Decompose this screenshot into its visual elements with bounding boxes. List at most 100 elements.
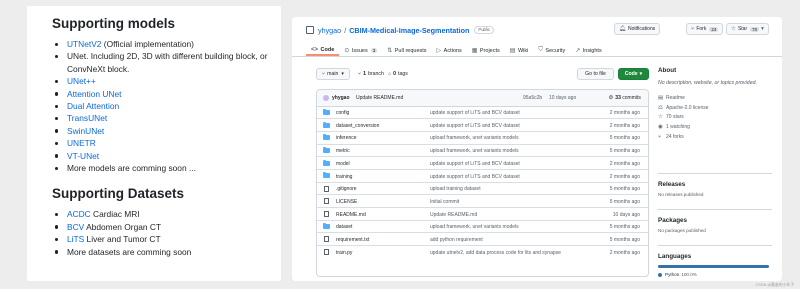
repo-path-separator: /: [344, 25, 347, 35]
file-name-link[interactable]: inference: [336, 135, 357, 141]
file-name-link[interactable]: .gitignore: [336, 186, 357, 192]
tab-security[interactable]: ⛉ Security: [533, 45, 570, 56]
bell-icon: 🔔︎: [619, 26, 626, 32]
go-to-file-button[interactable]: Go to file: [577, 68, 614, 80]
doc-link[interactable]: ACDC: [67, 209, 91, 219]
watching-link[interactable]: ◉ 1 watching: [658, 122, 772, 132]
stars-link[interactable]: ☆ 70 stars: [658, 112, 772, 122]
file-commit-age: 5 months ago: [609, 236, 640, 243]
folder-icon: [323, 121, 330, 128]
file-commit-message[interactable]: update support of LiTS and BCV dataset: [430, 174, 520, 180]
doc-link[interactable]: UTNetV2: [67, 39, 101, 49]
doc-link[interactable]: Attention UNet: [67, 89, 121, 99]
repo-name-link[interactable]: CBIM-Medical-Image-Segmentation: [349, 26, 469, 35]
file-name-link[interactable]: README.md: [336, 212, 366, 218]
list-item: VT-UNet: [52, 150, 281, 162]
file-commit-age: 2 months ago: [609, 173, 640, 180]
avatar[interactable]: [323, 95, 329, 101]
packages-text: No packages published: [658, 228, 706, 233]
file-commit-message[interactable]: update support of LiTS and BCV dataset: [430, 123, 520, 129]
chevron-down-icon: ▾: [761, 26, 764, 32]
file-commit-message[interactable]: upload framework, unet variants models: [430, 224, 519, 230]
commit-message[interactable]: Update README.md: [356, 95, 403, 101]
branch-select[interactable]: ⑂ main ▾: [316, 68, 350, 80]
tab-insights[interactable]: ↗ Insights: [570, 45, 607, 56]
tab-icon: ⛉: [538, 47, 543, 53]
language-name: Python: [665, 272, 680, 277]
doc-link[interactable]: Dual Attention: [67, 101, 119, 111]
notifications-button[interactable]: 🔔︎ Notifications: [614, 23, 661, 35]
file-name-link[interactable]: train.py: [336, 250, 352, 256]
file-commit-message[interactable]: update utnetv2, add data process code fo…: [430, 250, 561, 256]
history-icon: ⏱︎: [609, 95, 613, 101]
tab-code[interactable]: <> Code: [306, 45, 340, 56]
file-name-link[interactable]: training: [336, 174, 352, 180]
book-icon: ▤: [658, 94, 664, 101]
doc-link[interactable]: LiTS: [67, 234, 84, 244]
doc-link[interactable]: SwinUNet: [67, 126, 104, 136]
fork-label: Fork: [696, 26, 707, 32]
file-name-link[interactable]: requirement.txt: [336, 237, 369, 243]
file-commit-message[interactable]: Update README.md: [430, 212, 477, 218]
heading-supporting-models: Supporting models: [52, 16, 175, 31]
doc-link[interactable]: TransUNet: [67, 113, 107, 123]
star-button[interactable]: ☆ Star 70 ▾: [726, 23, 769, 35]
fork-button[interactable]: ⑂ Fork 24: [686, 23, 724, 35]
file-row: training update support of LiTS and BCV d…: [317, 170, 648, 183]
tab-icon: ↗: [575, 48, 581, 54]
forks-link[interactable]: ⑂ 24 forks: [658, 132, 772, 142]
folder-icon: [323, 134, 330, 141]
branches-link[interactable]: ⑂ 1 branch: [358, 71, 384, 77]
file-commit-message[interactable]: add python requirement: [430, 237, 483, 243]
file-name-link[interactable]: LICENSE: [336, 199, 357, 205]
tag-icon: ⌂: [388, 71, 392, 77]
repo-owner-link[interactable]: yhygao: [318, 26, 341, 35]
file-commit-message[interactable]: upload training dataset: [430, 186, 481, 192]
commit-author[interactable]: yhygao: [332, 95, 350, 101]
file-icon: [324, 249, 329, 256]
branch-icon: ⑂: [322, 71, 326, 77]
file-name-link[interactable]: model: [336, 161, 350, 167]
list-item: Attention UNet: [52, 88, 281, 100]
tags-link[interactable]: ⌂ 0 tags: [388, 71, 408, 77]
about-title: About: [658, 67, 677, 74]
list-item-text: Abdomen Organ CT: [84, 221, 162, 232]
doc-link[interactable]: UNet++: [67, 76, 96, 86]
file-name-link[interactable]: dataset: [336, 224, 352, 230]
file-name-link[interactable]: config: [336, 110, 349, 116]
file-commit-message[interactable]: Initial commit: [430, 199, 459, 205]
packages-title[interactable]: Packages: [658, 217, 772, 224]
language-percent: 100.0%: [681, 272, 697, 277]
file-commit-message[interactable]: upload framework, unet variants models: [430, 148, 519, 154]
file-commit-message[interactable]: upload framework, unet variants models: [430, 135, 519, 141]
tab-projects[interactable]: ▦ Projects: [467, 45, 505, 56]
fork-icon: ⑂: [658, 133, 662, 140]
file-commit-message[interactable]: update support of LiTS and BCV dataset: [430, 110, 520, 116]
releases-title[interactable]: Releases: [658, 181, 772, 188]
commit-hash[interactable]: 95a5c2b: [523, 95, 542, 101]
code-button[interactable]: Code ▾: [618, 68, 649, 80]
list-item: More models are comming soon ...: [52, 162, 281, 174]
doc-link[interactable]: BCV: [67, 222, 84, 232]
tab-actions[interactable]: ▷ Actions: [432, 45, 467, 56]
languages-title: Languages: [658, 253, 692, 260]
folder-icon: [323, 109, 330, 115]
list-item-text: Cardiac MRI: [90, 209, 140, 220]
branch-icon: ⑂: [358, 71, 362, 77]
file-name-link[interactable]: metric: [336, 148, 350, 154]
language-item[interactable]: Python 100.0%: [658, 272, 772, 277]
tab-pull-requests[interactable]: ⇅ Pull requests: [382, 45, 431, 56]
file-row: metric upload framework, unet variants mo…: [317, 145, 648, 158]
license-link[interactable]: ⚖︎ Apache-2.0 license: [658, 103, 772, 113]
tab-issues[interactable]: ⊙ Issues 3: [339, 45, 382, 56]
doc-link[interactable]: VT-UNet: [67, 151, 99, 161]
readme-link[interactable]: ▤ Readme: [658, 93, 772, 103]
eye-icon: ◉: [658, 123, 663, 130]
stars-label: 70 stars: [666, 114, 684, 121]
file-row: LICENSE Initial commit 5 months ago: [317, 195, 648, 208]
doc-link[interactable]: UNETR: [67, 138, 96, 148]
tab-wiki[interactable]: ▤ Wiki: [505, 45, 534, 56]
commits-link[interactable]: ⏱︎ 33 commits: [609, 95, 641, 101]
file-commit-message[interactable]: update support of LiTS and BCV dataset: [430, 161, 520, 167]
file-name-link[interactable]: dataset_conversion: [336, 123, 379, 129]
